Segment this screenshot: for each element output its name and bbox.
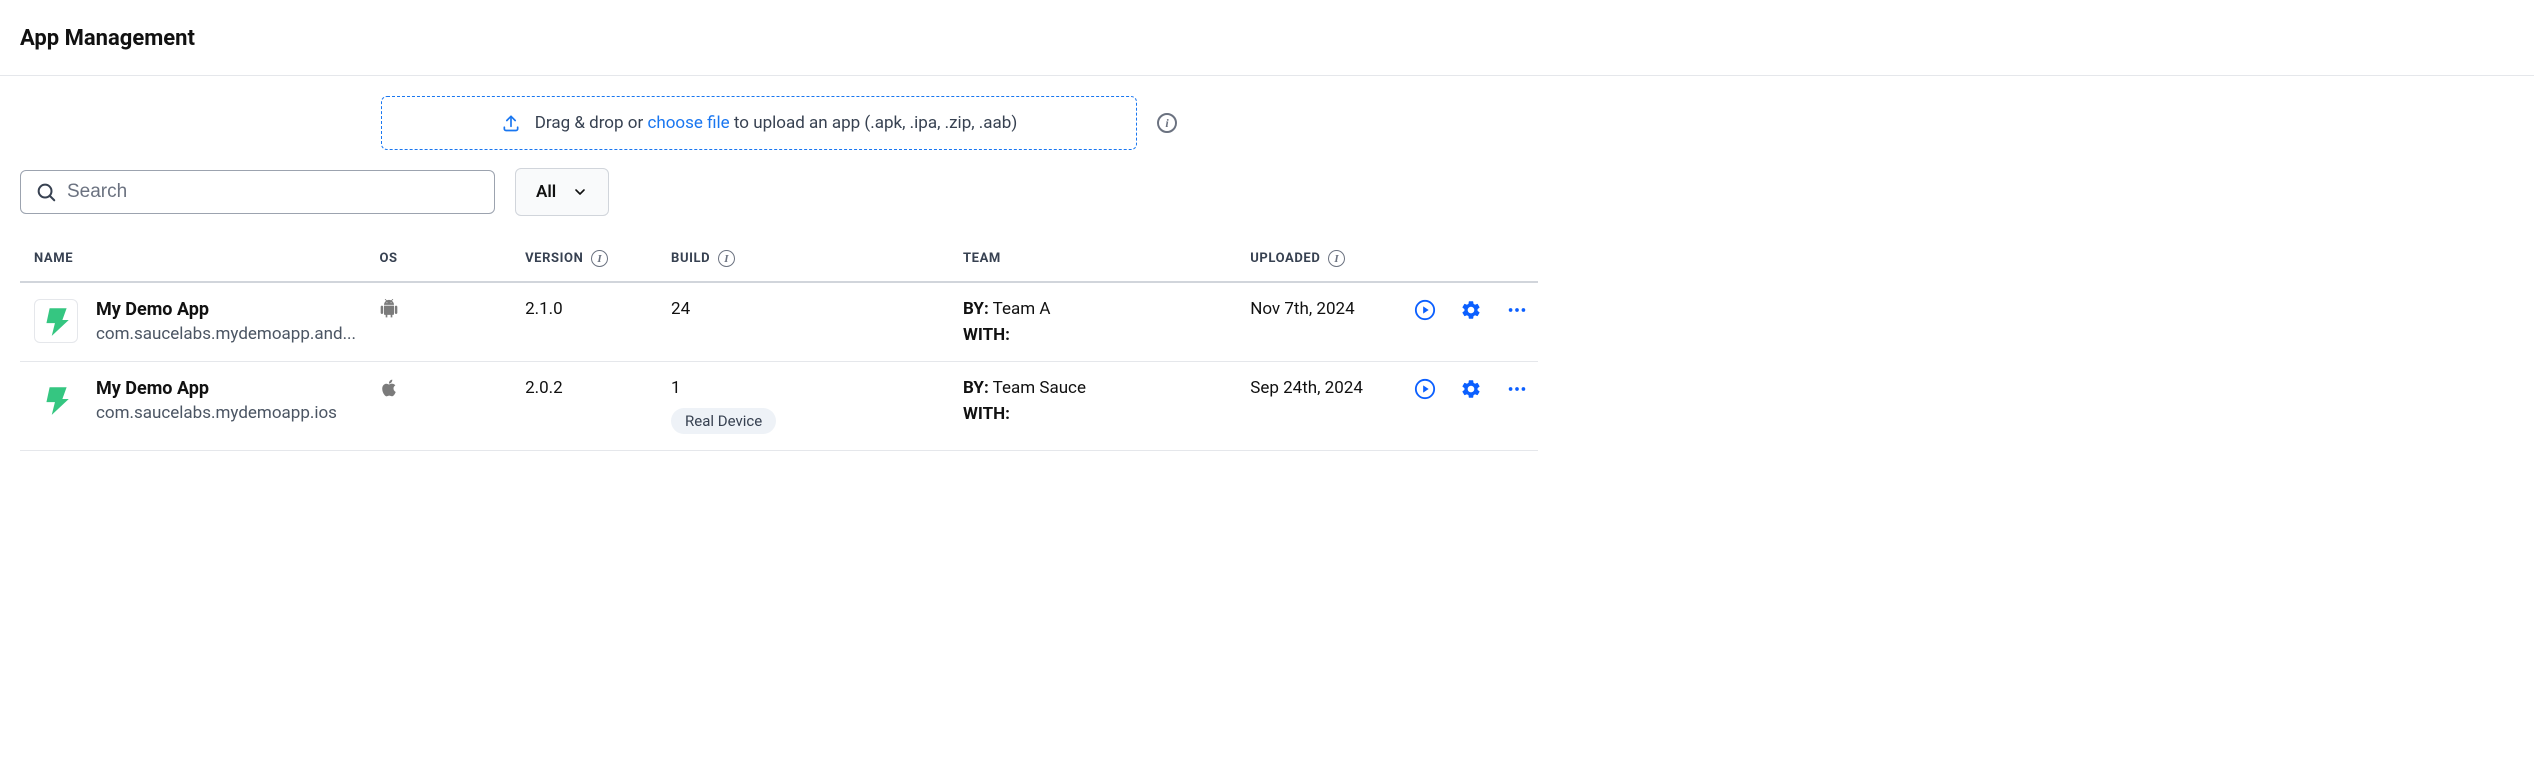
upload-text: Drag & drop or choose file to upload an … bbox=[535, 113, 1018, 133]
play-button[interactable] bbox=[1414, 378, 1436, 400]
uploaded-date: Nov 7th, 2024 bbox=[1250, 299, 1354, 319]
col-os: OS bbox=[379, 251, 397, 266]
info-icon[interactable]: i bbox=[591, 250, 608, 267]
app-icon bbox=[34, 299, 78, 343]
search-icon bbox=[35, 181, 57, 203]
app-package: com.saucelabs.mydemoapp.and... bbox=[96, 324, 356, 344]
uploaded-date: Sep 24th, 2024 bbox=[1250, 378, 1363, 398]
col-name: NAME bbox=[34, 251, 73, 266]
chevron-down-icon bbox=[572, 184, 588, 200]
device-tag: Real Device bbox=[671, 408, 776, 434]
main-content: Drag & drop or choose file to upload an … bbox=[0, 96, 1558, 451]
more-button[interactable] bbox=[1506, 299, 1528, 321]
app-package: com.saucelabs.mydemoapp.ios bbox=[96, 403, 337, 423]
apple-icon bbox=[379, 378, 399, 398]
team-with: WITH: bbox=[963, 404, 1240, 424]
team-with: WITH: bbox=[963, 325, 1240, 345]
app-name: My Demo App bbox=[96, 378, 337, 399]
play-button[interactable] bbox=[1414, 299, 1436, 321]
team-by: BY: Team A bbox=[963, 299, 1240, 319]
build-value: 1 bbox=[671, 378, 953, 398]
page-title: App Management bbox=[20, 26, 2514, 51]
apps-table: NAME OS VERSION i BUILD i TEAM bbox=[20, 236, 1538, 451]
app-name: My Demo App bbox=[96, 299, 356, 320]
version-value: 2.0.2 bbox=[525, 378, 563, 398]
info-icon[interactable]: i bbox=[1157, 113, 1177, 133]
upload-icon bbox=[501, 113, 521, 133]
version-value: 2.1.0 bbox=[525, 299, 563, 319]
col-version: VERSION bbox=[525, 251, 583, 266]
table-row[interactable]: My Demo App com.saucelabs.mydemoapp.ios … bbox=[20, 362, 1538, 451]
more-button[interactable] bbox=[1506, 378, 1528, 400]
page-header: App Management bbox=[0, 0, 2534, 76]
col-uploaded: UPLOADED bbox=[1250, 251, 1320, 266]
settings-button[interactable] bbox=[1460, 299, 1482, 321]
android-icon bbox=[379, 299, 399, 319]
build-value: 24 bbox=[671, 299, 953, 319]
upload-prefix: Drag & drop or bbox=[535, 113, 648, 133]
col-build: BUILD bbox=[671, 251, 710, 266]
os-filter-label: All bbox=[536, 182, 556, 202]
search-input[interactable] bbox=[67, 181, 480, 203]
team-by: BY: Team Sauce bbox=[963, 378, 1240, 398]
settings-button[interactable] bbox=[1460, 378, 1482, 400]
upload-row: Drag & drop or choose file to upload an … bbox=[20, 96, 1538, 150]
search-box[interactable] bbox=[20, 170, 495, 214]
upload-dropzone[interactable]: Drag & drop or choose file to upload an … bbox=[381, 96, 1137, 150]
os-filter-dropdown[interactable]: All bbox=[515, 168, 609, 216]
app-icon bbox=[34, 378, 78, 422]
choose-file-link[interactable]: choose file bbox=[647, 113, 729, 133]
info-icon[interactable]: i bbox=[1328, 250, 1345, 267]
upload-suffix: to upload an app (.apk, .ipa, .zip, .aab… bbox=[730, 113, 1018, 133]
info-icon[interactable]: i bbox=[718, 250, 735, 267]
table-row[interactable]: My Demo App com.saucelabs.mydemoapp.and.… bbox=[20, 282, 1538, 362]
table-header: NAME OS VERSION i BUILD i TEAM bbox=[20, 236, 1538, 282]
toolbar: All bbox=[20, 168, 1538, 216]
col-team: TEAM bbox=[963, 251, 1001, 266]
